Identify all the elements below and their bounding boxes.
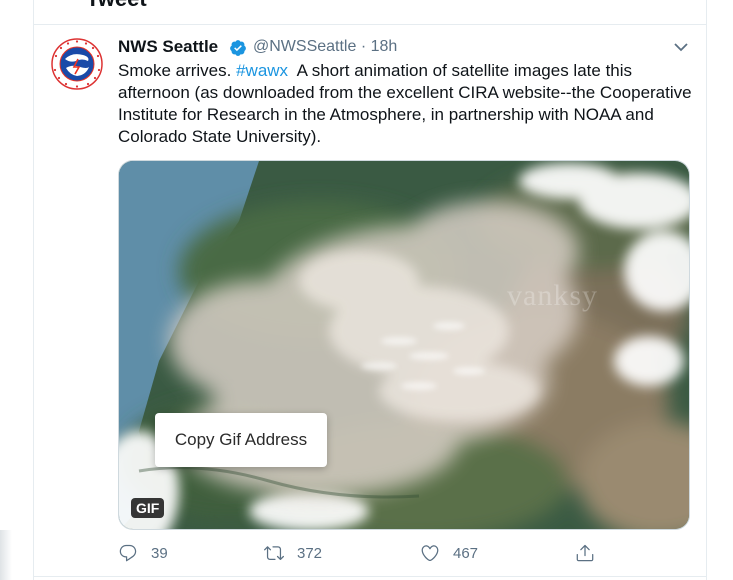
copy-gif-address-menu-item[interactable]: Copy Gif Address (155, 413, 327, 467)
retweet-button[interactable]: 372 (264, 543, 322, 563)
heart-icon (421, 545, 439, 562)
bottom-divider (34, 576, 706, 577)
share-icon (576, 544, 594, 562)
gif-badge: GIF (131, 498, 165, 518)
like-button[interactable]: 467 (420, 543, 478, 563)
avatar[interactable] (50, 37, 104, 91)
header-divider (34, 24, 706, 25)
like-count: 467 (453, 544, 479, 562)
reply-count: 39 (151, 544, 168, 562)
hashtag-link[interactable]: #wawx (236, 61, 288, 80)
verified-badge-icon (230, 40, 246, 56)
tweet-text-part-1: Smoke arrives. (118, 61, 237, 80)
handle-text: @NWSSeattle (253, 38, 357, 55)
gif-media[interactable]: vanksy Copy Gif Address GIF (118, 160, 690, 530)
watermark: vanksy (507, 279, 598, 312)
tweet-actions: 39 372 467 (118, 543, 698, 565)
reply-icon (119, 544, 137, 562)
left-edge-shadow (0, 530, 12, 580)
page-title: Tweet (86, 0, 147, 12)
nws-logo-icon (50, 37, 104, 91)
tweet-text: Smoke arrives. #wawx A short animation o… (118, 60, 693, 148)
share-button[interactable] (575, 543, 595, 563)
author-name[interactable]: NWS Seattle (118, 37, 218, 57)
chevron-down-icon[interactable] (672, 40, 690, 54)
retweet-icon (264, 546, 284, 561)
author-handle[interactable]: @NWSSeattle · 18h (253, 38, 397, 56)
satellite-image (119, 161, 689, 529)
tweet-time[interactable]: 18h (371, 38, 398, 55)
retweet-count: 372 (297, 544, 323, 562)
reply-button[interactable]: 39 (118, 543, 168, 563)
separator-dot: · (360, 38, 367, 55)
